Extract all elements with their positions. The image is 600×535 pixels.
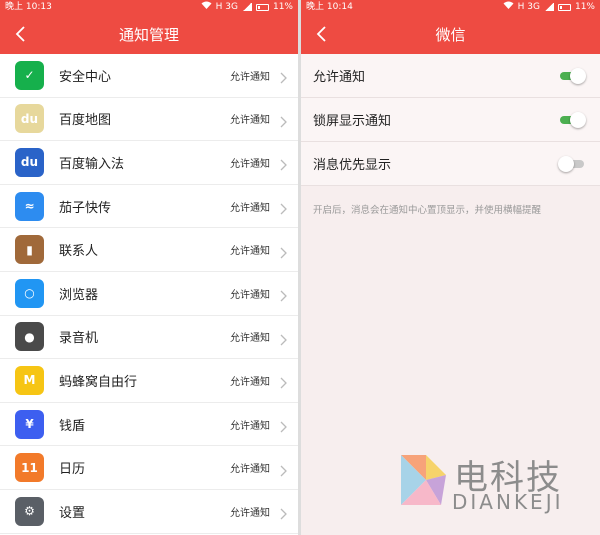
app-icon: ○	[15, 278, 44, 308]
app-row[interactable]: ⚙ 设置 允许通知	[0, 490, 298, 534]
app-bar: 通知管理	[0, 14, 298, 54]
app-icon: du	[15, 147, 44, 177]
app-name: 浏览器	[59, 287, 99, 303]
chevron-right-icon	[280, 418, 288, 433]
app-row[interactable]: ≈ 茄子快传 允许通知	[0, 185, 298, 229]
notification-status: 允许通知	[230, 464, 270, 476]
page-title: 通知管理	[118, 25, 179, 44]
battery-icon	[557, 3, 571, 11]
watermark-logo-icon	[401, 455, 446, 505]
notification-status: 允许通知	[230, 507, 270, 519]
app-name: 设置	[59, 505, 86, 521]
notification-status: 允许通知	[230, 158, 270, 170]
battery-icon	[255, 3, 269, 11]
back-arrow-icon[interactable]	[315, 25, 329, 43]
toggle-switch[interactable]	[558, 111, 586, 128]
notification-status: 允许通知	[230, 289, 270, 301]
app-icon: ●	[15, 322, 44, 352]
network-type: H 3G	[517, 2, 540, 12]
app-row[interactable]: ▮ 联系人 允许通知	[0, 228, 298, 272]
chevron-right-icon	[280, 374, 288, 389]
app-name: 茄子快传	[59, 200, 112, 216]
network-type: H 3G	[215, 2, 238, 12]
notification-status: 允许通知	[230, 71, 270, 83]
app-icon: M	[15, 365, 44, 395]
app-row[interactable]: du 百度地图 允许通知	[0, 98, 298, 142]
app-name: 钱盾	[59, 418, 86, 434]
toggle-knob	[570, 67, 586, 84]
app-bar: 微信	[301, 14, 600, 54]
app-row[interactable]: 11 日历 允许通知	[0, 446, 298, 490]
toggle-switch[interactable]	[558, 155, 586, 172]
setting-row: 允许通知	[301, 54, 600, 98]
setting-row: 消息优先显示	[301, 142, 600, 186]
app-icon: ≈	[15, 191, 44, 221]
watermark-logo: 电科技 DIANKEJI	[396, 450, 576, 520]
setting-label: 锁屏显示通知	[313, 114, 392, 129]
chevron-right-icon	[280, 505, 288, 520]
app-row[interactable]: du 百度输入法 允许通知	[0, 141, 298, 185]
setting-label: 消息优先显示	[313, 158, 392, 173]
app-icon: ¥	[15, 409, 44, 439]
chevron-right-icon	[280, 244, 288, 259]
back-arrow-icon[interactable]	[14, 25, 28, 43]
toggle-knob	[570, 111, 586, 128]
status-time: 晚上 10:14	[306, 2, 353, 12]
setting-row: 锁屏显示通知	[301, 98, 600, 142]
chevron-right-icon	[280, 200, 288, 215]
app-name: 蚂蜂窝自由行	[59, 374, 138, 390]
status-bar: 晚上 10:14 H 3G 11%	[301, 0, 600, 14]
status-time: 晚上 10:13	[5, 2, 52, 12]
chevron-right-icon	[280, 462, 288, 477]
status-bar: 晚上 10:13 H 3G 11%	[0, 0, 298, 14]
battery-percent: 11%	[574, 2, 595, 12]
app-icon: 11	[15, 453, 44, 483]
app-name: 录音机	[59, 331, 99, 347]
app-row[interactable]: ● 录音机 允许通知	[0, 316, 298, 360]
app-row[interactable]: ○ 浏览器 允许通知	[0, 272, 298, 316]
app-name: 联系人	[59, 244, 99, 260]
settings-list: 允许通知锁屏显示通知 消息优先显示	[301, 54, 600, 186]
notification-status: 允许通知	[230, 115, 270, 127]
app-name: 百度地图	[59, 113, 112, 129]
wechat-notification-screen: 晚上 10:14 H 3G 11% 微信 允许通知锁屏显示通知 消息优先显示 开启…	[301, 0, 600, 535]
app-row[interactable]: ¥ 钱盾 允许通知	[0, 403, 298, 447]
page-title: 微信	[435, 25, 466, 44]
notification-status: 允许通知	[230, 202, 270, 214]
app-icon: ✓	[15, 60, 44, 90]
notification-status: 允许通知	[230, 246, 270, 258]
setting-label: 允许通知	[313, 70, 366, 85]
app-name: 日历	[59, 462, 86, 478]
watermark-text-en: DIANKEJI	[452, 490, 564, 514]
chevron-right-icon	[280, 69, 288, 84]
app-name: 安全中心	[59, 69, 112, 85]
app-name: 百度输入法	[59, 156, 125, 172]
app-icon: ⚙	[15, 496, 44, 526]
signal-icon	[241, 3, 252, 11]
chevron-right-icon	[280, 331, 288, 346]
app-icon: ▮	[15, 235, 44, 265]
notification-management-screen: 晚上 10:13 H 3G 11% 通知管理 ✓ 安全中心 允许通知 du 百度地图 允许…	[0, 0, 298, 535]
notification-status: 允许通知	[230, 333, 270, 345]
toggle-switch[interactable]	[558, 67, 586, 84]
toggle-knob	[558, 155, 574, 172]
chevron-right-icon	[280, 287, 288, 302]
hint-text: 开启后，消息会在通知中心置顶显示，并使用横幅提醒	[313, 205, 542, 216]
app-list: ✓ 安全中心 允许通知 du 百度地图 允许通知 du 百度输入法 允许通知 ≈ 茄子快传 允许通知 ▮…	[0, 54, 298, 534]
notification-status: 允许通知	[230, 420, 270, 432]
notification-status: 允许通知	[230, 376, 270, 388]
chevron-right-icon	[280, 113, 288, 128]
battery-percent: 11%	[272, 2, 293, 12]
wifi-icon	[201, 0, 212, 14]
app-row[interactable]: M 蚂蜂窝自由行 允许通知	[0, 359, 298, 403]
app-row[interactable]: ✓ 安全中心 允许通知	[0, 54, 298, 98]
signal-icon	[543, 3, 554, 11]
wifi-icon	[503, 0, 514, 14]
chevron-right-icon	[280, 156, 288, 171]
app-icon: du	[15, 104, 44, 134]
